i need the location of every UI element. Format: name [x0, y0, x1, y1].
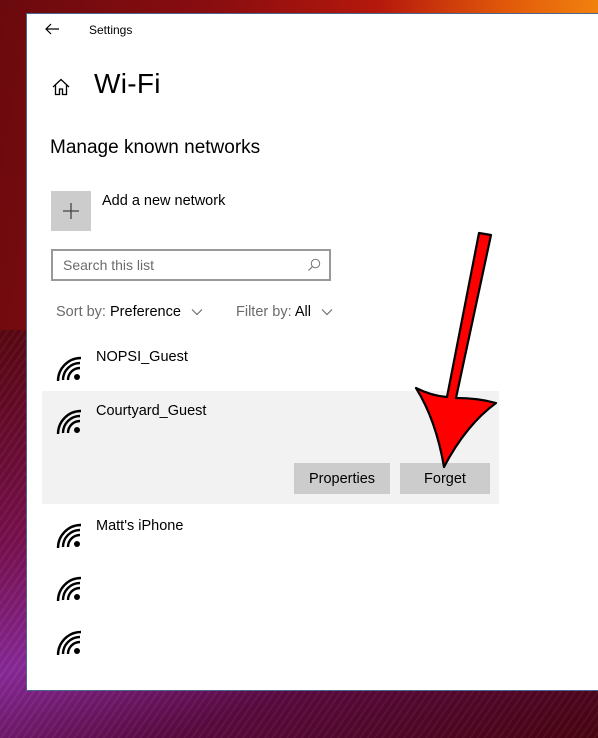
- network-item-selected[interactable]: Courtyard_Guest Properties Forget: [42, 391, 499, 504]
- page-title: Wi-Fi: [94, 68, 161, 99]
- filter-label: Filter by:: [236, 304, 292, 320]
- network-name: Matt's iPhone: [96, 518, 184, 534]
- chevron-down-icon: [321, 309, 333, 316]
- sort-dropdown[interactable]: Sort by: Preference: [56, 304, 203, 320]
- search-box[interactable]: [51, 249, 331, 281]
- network-item[interactable]: Matt's iPhone: [42, 504, 499, 560]
- settings-window: Settings Wi-Fi Manage known networks Add…: [26, 13, 598, 691]
- network-item[interactable]: [42, 560, 499, 614]
- home-icon[interactable]: [51, 77, 71, 97]
- filter-value: All: [294, 304, 311, 320]
- wifi-icon: [56, 630, 82, 656]
- search-input[interactable]: [53, 251, 303, 279]
- network-name: NOPSI_Guest: [96, 349, 188, 365]
- properties-button[interactable]: Properties: [294, 463, 390, 494]
- section-title: Manage known networks: [50, 137, 261, 158]
- app-title: Settings: [89, 23, 133, 37]
- network-name: Courtyard_Guest: [96, 403, 207, 419]
- back-arrow-icon[interactable]: [43, 20, 61, 38]
- sort-label: Sort by:: [56, 304, 106, 320]
- add-network-button[interactable]: [51, 191, 91, 231]
- sort-value: Preference: [110, 304, 181, 320]
- wifi-icon: [56, 356, 82, 382]
- wifi-icon: [56, 576, 82, 602]
- network-item[interactable]: NOPSI_Guest: [42, 339, 499, 391]
- forget-button[interactable]: Forget: [400, 463, 490, 494]
- filter-dropdown[interactable]: Filter by: All: [236, 304, 333, 320]
- plus-icon: [63, 203, 79, 219]
- wifi-icon: [56, 523, 82, 549]
- search-icon[interactable]: [307, 258, 321, 272]
- add-network-label[interactable]: Add a new network: [102, 193, 225, 209]
- network-item[interactable]: [42, 614, 499, 668]
- wifi-icon: [56, 409, 82, 435]
- chevron-down-icon: [191, 309, 203, 316]
